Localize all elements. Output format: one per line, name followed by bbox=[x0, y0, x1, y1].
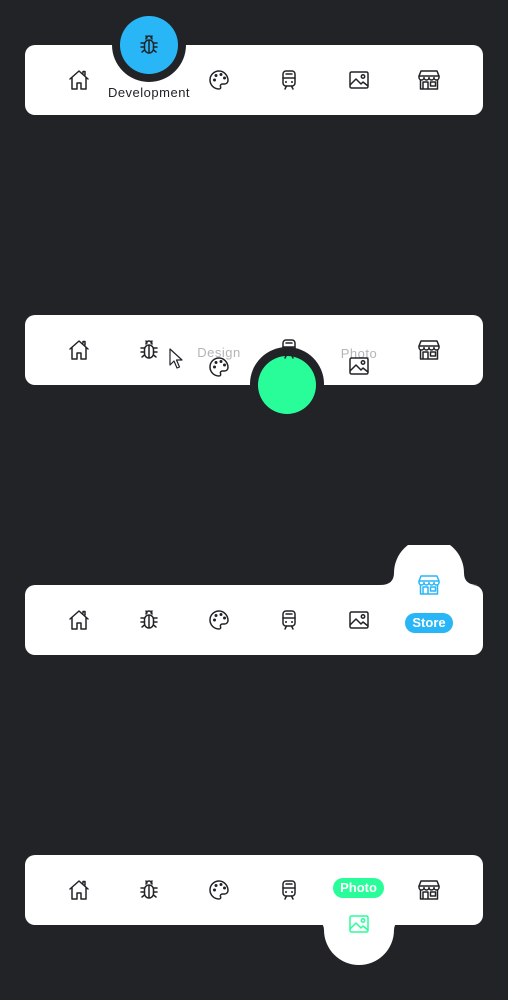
home-icon bbox=[67, 608, 91, 632]
nav-development[interactable] bbox=[134, 605, 164, 635]
nav-development[interactable] bbox=[134, 335, 164, 365]
train-icon bbox=[277, 337, 301, 361]
image-icon bbox=[347, 912, 371, 936]
nav-transport[interactable] bbox=[274, 605, 304, 635]
store-icon bbox=[417, 68, 441, 92]
mouse-cursor-icon bbox=[169, 348, 183, 369]
palette-icon bbox=[207, 608, 231, 632]
nav-store[interactable] bbox=[414, 65, 444, 95]
nav-photo[interactable] bbox=[344, 605, 374, 635]
nav-development[interactable] bbox=[134, 875, 164, 905]
home-icon bbox=[67, 68, 91, 92]
bug-icon bbox=[137, 878, 161, 902]
store-icon bbox=[417, 573, 441, 597]
nav-label-store: Store bbox=[405, 613, 453, 633]
nav-label-photo: Photo bbox=[333, 878, 384, 898]
image-icon bbox=[347, 354, 371, 378]
nav-transport[interactable] bbox=[274, 334, 304, 364]
nav-design[interactable] bbox=[204, 65, 234, 95]
nav-transport[interactable] bbox=[274, 875, 304, 905]
nav-photo[interactable] bbox=[344, 65, 374, 95]
image-icon bbox=[347, 608, 371, 632]
nav-home[interactable] bbox=[64, 335, 94, 365]
nav-home[interactable] bbox=[64, 875, 94, 905]
nav-store[interactable] bbox=[414, 570, 444, 600]
nav-transport[interactable] bbox=[274, 65, 304, 95]
train-icon bbox=[277, 68, 301, 92]
nav-store[interactable] bbox=[414, 875, 444, 905]
bug-icon bbox=[137, 608, 161, 632]
store-icon bbox=[417, 878, 441, 902]
bug-icon bbox=[137, 338, 161, 362]
nav-development[interactable] bbox=[134, 30, 164, 60]
nav-design[interactable] bbox=[204, 875, 234, 905]
active-indicator bbox=[258, 356, 316, 414]
bug-icon bbox=[137, 33, 161, 57]
nav-store[interactable] bbox=[414, 335, 444, 365]
home-icon bbox=[67, 878, 91, 902]
nav-home[interactable] bbox=[64, 65, 94, 95]
nav-design[interactable] bbox=[204, 605, 234, 635]
nav-photo[interactable] bbox=[344, 351, 374, 381]
image-icon bbox=[347, 68, 371, 92]
palette-icon bbox=[207, 878, 231, 902]
palette-icon bbox=[207, 68, 231, 92]
palette-icon bbox=[207, 355, 231, 379]
store-icon bbox=[417, 338, 441, 362]
home-icon bbox=[67, 338, 91, 362]
nav-design[interactable] bbox=[204, 352, 234, 382]
train-icon bbox=[277, 608, 301, 632]
nav-home[interactable] bbox=[64, 605, 94, 635]
nav-label-development: Development bbox=[107, 85, 191, 100]
nav-photo[interactable] bbox=[344, 909, 374, 939]
train-icon bbox=[277, 878, 301, 902]
